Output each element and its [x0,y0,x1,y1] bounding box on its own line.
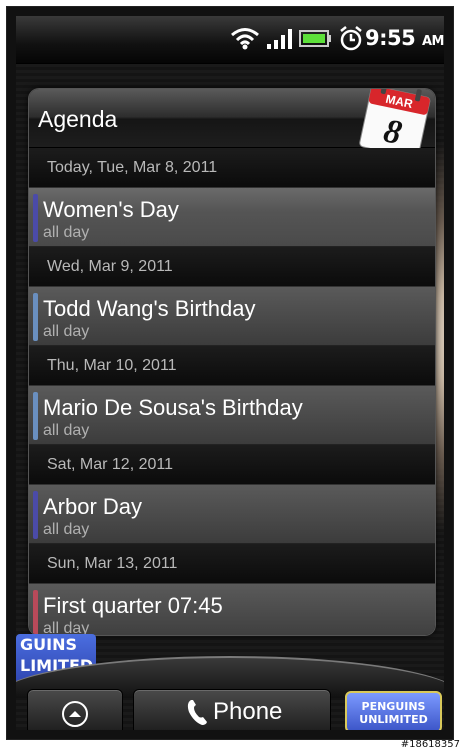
agenda-widget[interactable]: Agenda MAR 8 Today, Tue, Mar 8, 2011 Wom… [29,89,435,635]
status-bar: 9:55 AM [16,16,444,64]
wifi-icon [231,28,259,50]
event-time: all day [43,422,90,439]
event-color-bar [33,194,38,242]
event-title: Arbor Day [43,494,143,519]
event-color-bar [33,293,38,341]
phone-icon [187,700,207,725]
penguins-logo-right[interactable]: PENGUINS UNLIMITED [345,691,442,730]
event-row[interactable]: Arbor Day all day [29,485,435,544]
event-row[interactable]: Mario De Sousa's Birthday all day [29,386,435,445]
event-row[interactable]: Women's Day all day [29,188,435,247]
event-color-bar [33,392,38,440]
event-time: all day [43,620,90,635]
event-color-bar [33,590,38,635]
event-row[interactable]: First quarter 07:45 all day [29,584,435,635]
event-row[interactable]: Todd Wang's Birthday all day [29,287,435,346]
phone-label: Phone [213,698,283,725]
app-drawer-button[interactable] [27,689,123,730]
event-color-bar [33,491,38,539]
time-ampm: AM [422,34,444,49]
date-header: Sun, Mar 13, 2011 [29,544,435,584]
date-header: Wed, Mar 9, 2011 [29,247,435,287]
logo-line-1: PENGUINS [361,700,426,713]
date-header: Sat, Mar 12, 2011 [29,445,435,485]
event-time: all day [43,521,90,538]
watermark: #18618357 [400,739,460,750]
clock-time: 9:55 AM [365,26,444,50]
logo-line-2: UNLIMITED [359,713,428,726]
up-arrow-icon [62,701,88,727]
agenda-list[interactable]: Today, Tue, Mar 8, 2011 Women's Day all … [29,148,435,635]
signal-icon [267,29,292,49]
widget-title: Agenda [38,106,118,132]
phone-button[interactable]: Phone [133,689,331,730]
battery-icon [299,30,331,47]
event-title: Todd Wang's Birthday [43,296,256,321]
event-title: Mario De Sousa's Birthday [43,395,303,420]
event-time: all day [43,323,90,340]
time-value: 9:55 [364,26,416,50]
date-header: Thu, Mar 10, 2011 [29,346,435,386]
device-frame: 9:55 AM Agenda MAR 8 Today, Tue, Mar 8, … [6,6,454,740]
event-title: First quarter 07:45 [43,593,223,618]
date-header: Today, Tue, Mar 8, 2011 [29,148,435,188]
home-screen: 9:55 AM Agenda MAR 8 Today, Tue, Mar 8, … [16,16,444,730]
event-title: Women's Day [43,197,179,222]
event-time: all day [43,224,90,241]
alarm-icon [340,26,362,51]
